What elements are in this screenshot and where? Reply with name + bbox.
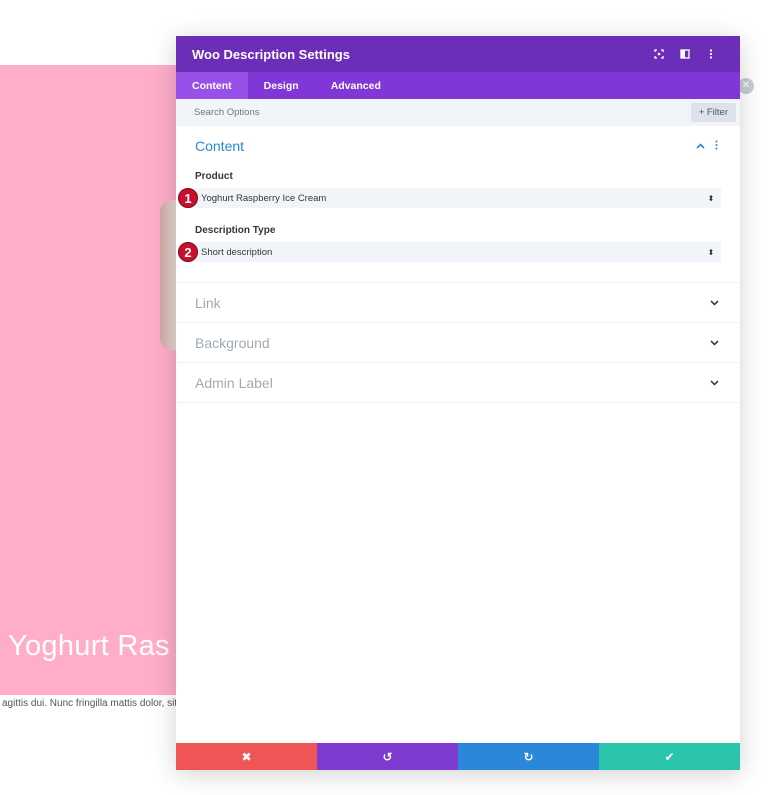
kebab-icon[interactable] (698, 44, 724, 64)
modal-footer: ✖ ↺ ↻ ✔ (176, 743, 740, 770)
tab-design[interactable]: Design (248, 72, 315, 99)
tab-content[interactable]: Content (176, 72, 248, 99)
select-arrows-icon: ⬍ (707, 193, 715, 203)
search-bar: + Filter (176, 99, 740, 126)
redo-icon: ↻ (523, 749, 534, 764)
fullscreen-icon[interactable] (646, 44, 672, 64)
undo-icon: ↺ (382, 749, 393, 764)
modal-header: Woo Description Settings (176, 36, 740, 72)
redo-button[interactable]: ↻ (458, 743, 599, 770)
step-badge-2: 2 (178, 242, 198, 262)
chevron-down-icon[interactable] (707, 376, 721, 390)
check-icon: ✔ (664, 749, 675, 764)
settings-tabs: Content Design Advanced (176, 72, 740, 99)
modal-title: Woo Description Settings (192, 46, 350, 62)
settings-modal: Woo Description Settings Content Design … (176, 36, 740, 770)
link-section-title: Link (195, 294, 221, 311)
product-select[interactable]: 1 Yoghurt Raspberry Ice Cream ⬍ (178, 188, 721, 208)
tab-advanced[interactable]: Advanced (315, 72, 397, 99)
chevron-up-icon[interactable] (693, 139, 707, 153)
save-button[interactable]: ✔ (599, 743, 740, 770)
description-type-select[interactable]: 2 Short description ⬍ (178, 242, 721, 262)
close-modal-icon[interactable]: ✕ (738, 78, 754, 94)
filter-button[interactable]: + Filter (690, 103, 736, 122)
content-section-title: Content (195, 138, 245, 154)
chevron-down-icon[interactable] (707, 336, 721, 350)
select-arrows-icon: ⬍ (707, 247, 715, 257)
content-section: Content Product 1 Yoghurt Raspberry Ice … (176, 126, 740, 283)
content-section-header[interactable]: Content (195, 138, 721, 154)
step-badge-1: 1 (178, 188, 198, 208)
builder-stage: Yoghurt Ras agittis dui. Nunc fringilla … (0, 0, 768, 795)
background-section-title: Background (195, 334, 270, 351)
columns-icon[interactable] (672, 44, 698, 64)
chevron-down-icon[interactable] (707, 296, 721, 310)
admin-label-section-title: Admin Label (195, 374, 273, 391)
close-icon: ✖ (241, 749, 252, 764)
page-product-title: Yoghurt Ras (8, 630, 170, 662)
product-field-label: Product (195, 171, 233, 182)
background-section[interactable]: Background (176, 323, 740, 363)
admin-label-section[interactable]: Admin Label (176, 363, 740, 403)
search-input[interactable] (194, 107, 691, 118)
undo-button[interactable]: ↺ (317, 743, 458, 770)
description-type-value: Short description (201, 246, 273, 258)
section-kebab-icon[interactable] (711, 140, 721, 153)
description-type-label: Description Type (195, 225, 276, 236)
discard-button[interactable]: ✖ (176, 743, 317, 770)
page-hero-background (0, 65, 178, 695)
product-select-value: Yoghurt Raspberry Ice Cream (201, 192, 327, 204)
page-description-text: agittis dui. Nunc fringilla mattis dolor… (2, 698, 178, 709)
link-section[interactable]: Link (176, 283, 740, 323)
